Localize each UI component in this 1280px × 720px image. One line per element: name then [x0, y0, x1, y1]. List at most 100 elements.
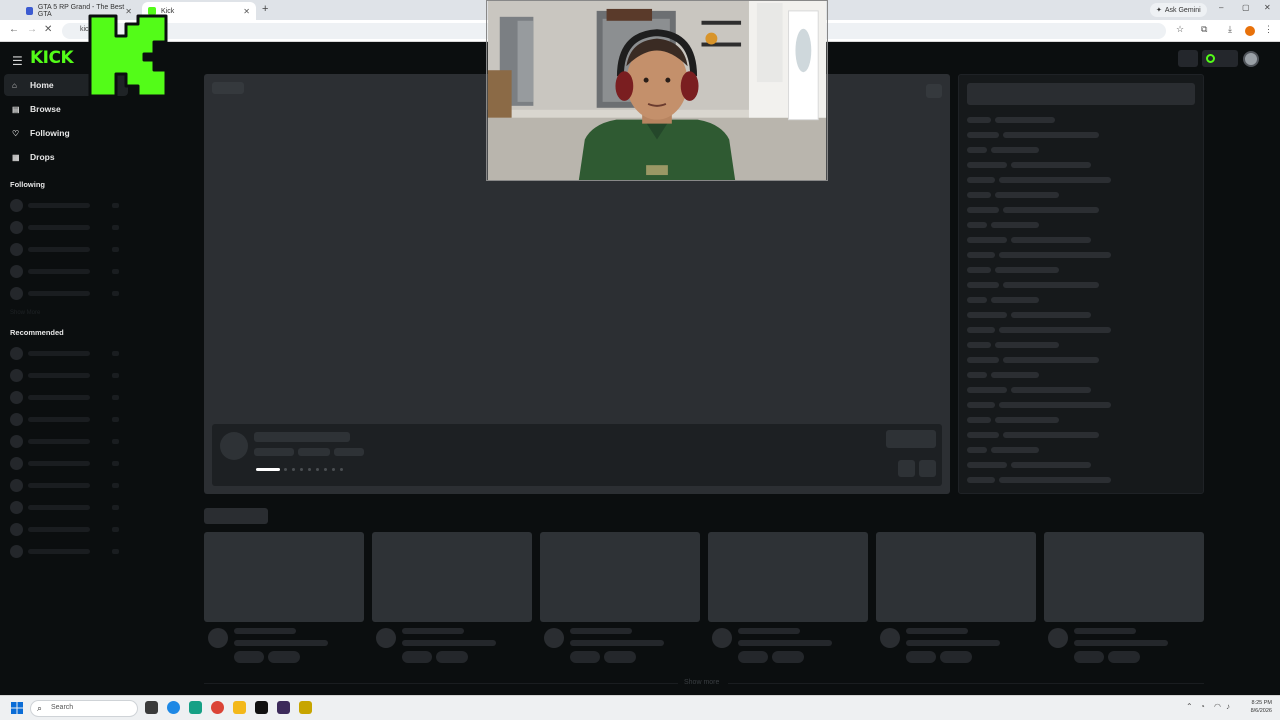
recommended-skeleton-row[interactable] [10, 369, 122, 382]
tray-chevron-icon[interactable]: ⌃ [1186, 702, 1193, 711]
channel-avatar-skeleton[interactable] [1048, 628, 1068, 648]
edge-browser-icon[interactable] [167, 701, 180, 714]
wifi-icon[interactable]: ◠ [1214, 702, 1221, 711]
bookmark-star-icon[interactable]: ☆ [1176, 24, 1184, 35]
tag-skeleton[interactable] [604, 651, 636, 663]
channel-avatar-skeleton[interactable] [544, 628, 564, 648]
channel-avatar-skeleton[interactable] [712, 628, 732, 648]
tag-skeleton[interactable] [402, 651, 432, 663]
tag-skeleton[interactable] [268, 651, 300, 663]
carousel-dot[interactable] [284, 468, 287, 471]
tag-skeleton[interactable] [1074, 651, 1104, 663]
topbar-skeleton-button[interactable] [1178, 50, 1198, 67]
maximize-button[interactable]: ▢ [1242, 3, 1250, 12]
stream-card-skeleton[interactable] [540, 532, 700, 663]
tag-skeleton[interactable] [940, 651, 972, 663]
sidebar-item-drops[interactable]: ▦ Drops [4, 146, 128, 168]
carousel-dot-active[interactable] [256, 468, 280, 471]
ask-gemini-button[interactable]: ✦ Ask Gemini [1150, 3, 1207, 17]
recommended-skeleton-row[interactable] [10, 501, 122, 514]
player-control-skeleton[interactable] [926, 84, 942, 98]
show-more-button[interactable]: Show more [684, 679, 719, 686]
following-skeleton-row[interactable] [10, 265, 122, 278]
carousel-prev-skeleton[interactable] [898, 460, 915, 477]
carousel-dot[interactable] [324, 468, 327, 471]
recommended-skeleton-row[interactable] [10, 479, 122, 492]
stream-card-skeleton[interactable] [1044, 532, 1204, 663]
forward-arrow-icon[interactable]: → [27, 24, 37, 35]
gta-favicon-icon [26, 7, 33, 15]
user-avatar[interactable] [1243, 51, 1259, 67]
following-skeleton-row[interactable] [10, 221, 122, 234]
recommended-skeleton-row[interactable] [10, 413, 122, 426]
carousel-dot[interactable] [308, 468, 311, 471]
stream-thumbnail-skeleton[interactable] [708, 532, 868, 622]
taskbar-search-input[interactable]: ⌕ Search [30, 700, 138, 717]
following-skeleton-row[interactable] [10, 243, 122, 256]
channel-avatar-skeleton[interactable] [376, 628, 396, 648]
tag-skeleton[interactable] [436, 651, 468, 663]
close-window-button[interactable]: ✕ [1264, 3, 1271, 12]
stream-thumbnail-skeleton[interactable] [876, 532, 1036, 622]
close-tab-icon[interactable]: ✕ [243, 7, 250, 16]
recommended-skeleton-row[interactable] [10, 347, 122, 360]
app-icon[interactable] [189, 701, 202, 714]
tag-skeleton[interactable] [738, 651, 768, 663]
kick-logo[interactable]: KICK [30, 48, 74, 68]
tag-skeleton[interactable] [772, 651, 804, 663]
stream-card-skeleton[interactable] [876, 532, 1036, 663]
topbar-status-button[interactable] [1202, 50, 1238, 67]
stream-thumbnail-skeleton[interactable] [204, 532, 364, 622]
recommended-skeleton-row[interactable] [10, 545, 122, 558]
carousel-dot[interactable] [292, 468, 295, 471]
stream-card-skeleton[interactable] [372, 532, 532, 663]
volume-icon[interactable]: ♪ [1226, 702, 1230, 711]
carousel-dot[interactable] [340, 468, 343, 471]
windows-start-icon[interactable] [11, 702, 23, 714]
tag-skeleton[interactable] [906, 651, 936, 663]
stream-thumbnail-skeleton[interactable] [372, 532, 532, 622]
recommended-skeleton-row[interactable] [10, 435, 122, 448]
recommended-heading: Recommended [10, 328, 64, 337]
tag-skeleton[interactable] [234, 651, 264, 663]
minimize-button[interactable]: – [1219, 3, 1223, 12]
hamburger-menu-icon[interactable]: ☰ [12, 54, 23, 68]
obs-icon[interactable] [277, 701, 290, 714]
browser-menu-icon[interactable]: ⋮ [1264, 24, 1273, 35]
browser-profile-avatar[interactable] [1245, 26, 1255, 36]
new-tab-button[interactable]: + [262, 3, 268, 15]
extensions-icon[interactable]: ⧉ [1201, 24, 1207, 35]
streamer-avatar-skeleton[interactable] [220, 432, 248, 460]
carousel-dot[interactable] [300, 468, 303, 471]
chrome-icon[interactable] [211, 701, 224, 714]
follow-button-skeleton[interactable] [886, 430, 936, 448]
tray-app-icon[interactable]: ◔ [1200, 702, 1205, 711]
file-explorer-icon[interactable] [233, 701, 246, 714]
carousel-dot[interactable] [332, 468, 335, 471]
recommended-skeleton-row[interactable] [10, 457, 122, 470]
task-view-icon[interactable] [145, 701, 158, 714]
downloads-icon[interactable]: ⤓ [1228, 24, 1232, 35]
stream-card-skeleton[interactable] [708, 532, 868, 663]
carousel-dot[interactable] [316, 468, 319, 471]
recommended-skeleton-row[interactable] [10, 523, 122, 536]
tag-skeleton[interactable] [1108, 651, 1140, 663]
stream-thumbnail-skeleton[interactable] [540, 532, 700, 622]
stop-loading-icon[interactable]: ✕ [44, 24, 52, 35]
tiktok-icon[interactable] [255, 701, 268, 714]
sidebar-item-following[interactable]: ♡ Following [4, 122, 128, 144]
stream-thumbnail-skeleton[interactable] [1044, 532, 1204, 622]
carousel-next-skeleton[interactable] [919, 460, 936, 477]
stream-card-skeleton[interactable] [204, 532, 364, 663]
channel-avatar-skeleton[interactable] [208, 628, 228, 648]
tag-skeleton[interactable] [570, 651, 600, 663]
taskbar-clock[interactable]: 8:25 PM 8/6/2026 [1232, 699, 1272, 715]
following-skeleton-row[interactable] [10, 287, 122, 300]
app-icon[interactable] [299, 701, 312, 714]
show-more-following-link[interactable]: Show More [10, 310, 40, 316]
stream-title-skeleton [254, 432, 350, 442]
following-skeleton-row[interactable] [10, 199, 122, 212]
channel-avatar-skeleton[interactable] [880, 628, 900, 648]
back-arrow-icon[interactable]: ← [9, 24, 19, 35]
recommended-skeleton-row[interactable] [10, 391, 122, 404]
